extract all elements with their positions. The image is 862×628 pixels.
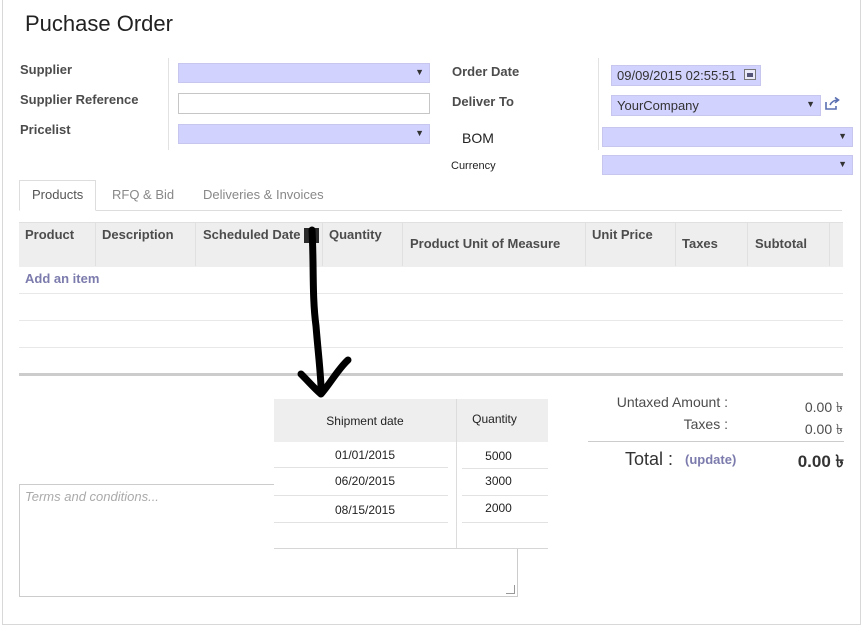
column-divider bbox=[195, 222, 196, 266]
pricelist-select[interactable]: ▼ bbox=[178, 124, 430, 144]
supplier-select[interactable]: ▼ bbox=[178, 63, 430, 83]
order-date-value: 09/09/2015 02:55:51 bbox=[617, 68, 737, 83]
resize-grip-icon[interactable] bbox=[506, 585, 515, 594]
col-taxes[interactable]: Taxes bbox=[682, 236, 718, 251]
col-subtotal[interactable]: Subtotal bbox=[755, 236, 807, 251]
supplier-reference-label: Supplier Reference bbox=[20, 92, 139, 107]
col-description[interactable]: Description bbox=[102, 227, 174, 242]
shipment-row-line bbox=[274, 522, 448, 523]
chevron-down-icon: ▼ bbox=[415, 67, 424, 77]
calendar-icon[interactable] bbox=[744, 69, 756, 80]
tabs-divider bbox=[19, 210, 842, 211]
add-item-link[interactable]: Add an item bbox=[25, 271, 99, 286]
column-divider bbox=[585, 222, 586, 266]
shipment-date-header: Shipment date bbox=[326, 414, 404, 428]
shipment-row-line bbox=[462, 522, 548, 523]
deliver-to-value: YourCompany bbox=[617, 98, 699, 113]
col-product-uom[interactable]: Product Unit of Measure bbox=[410, 236, 560, 251]
table-row bbox=[19, 293, 843, 294]
chevron-down-icon: ▼ bbox=[806, 99, 815, 109]
terms-placeholder: Terms and conditions... bbox=[25, 489, 159, 504]
tab-deliveries-invoices[interactable]: Deliveries & Invoices bbox=[203, 187, 324, 202]
shipment-date-cell: 06/20/2015 bbox=[334, 474, 396, 488]
shipment-date-cell: 08/15/2015 bbox=[334, 503, 396, 517]
pricelist-label: Pricelist bbox=[20, 122, 71, 137]
taxes-label: Taxes : bbox=[683, 416, 728, 432]
label-divider bbox=[168, 58, 169, 150]
shipment-row-line bbox=[462, 468, 548, 469]
deliver-to-select[interactable]: YourCompany ▼ bbox=[611, 95, 821, 116]
order-date-field[interactable]: 09/09/2015 02:55:51 bbox=[611, 65, 761, 86]
label-divider-right bbox=[598, 58, 599, 150]
deliver-to-label: Deliver To bbox=[452, 94, 514, 109]
table-row bbox=[19, 320, 843, 321]
order-date-label: Order Date bbox=[452, 64, 520, 79]
external-link-icon[interactable] bbox=[824, 96, 841, 114]
page-title: Puchase Order bbox=[25, 11, 173, 36]
down-arrow-icon bbox=[297, 226, 352, 398]
column-divider bbox=[675, 222, 676, 266]
chevron-down-icon: ▼ bbox=[415, 128, 424, 138]
currency-select[interactable]: ▼ bbox=[602, 155, 853, 175]
shipment-table-bottom bbox=[274, 548, 548, 549]
shipment-qty-cell: 3000 bbox=[485, 474, 512, 488]
shipment-qty-cell: 5000 bbox=[485, 449, 512, 463]
untaxed-amount-value: 0.00 ৳ bbox=[804, 399, 843, 415]
update-link[interactable]: (update) bbox=[685, 452, 736, 467]
shipment-date-cell: 01/01/2015 bbox=[334, 448, 396, 462]
supplier-label: Supplier bbox=[20, 62, 73, 77]
shipment-qty-cell: 2000 bbox=[485, 501, 512, 515]
supplier-reference-input[interactable] bbox=[178, 93, 430, 114]
column-divider bbox=[95, 222, 96, 266]
tab-products-label[interactable]: Products bbox=[32, 187, 83, 202]
column-divider bbox=[829, 222, 830, 266]
shipment-row-line bbox=[274, 495, 448, 496]
table-row bbox=[19, 347, 843, 348]
column-divider bbox=[402, 222, 403, 266]
shipment-quantity-header: Quantity bbox=[472, 412, 517, 426]
shipment-row-line bbox=[274, 467, 448, 468]
shipment-row-line bbox=[462, 495, 548, 496]
bom-label: BOM bbox=[462, 130, 494, 146]
chevron-down-icon: ▼ bbox=[838, 131, 847, 141]
bom-select[interactable]: ▼ bbox=[602, 127, 853, 147]
untaxed-amount-label: Untaxed Amount : bbox=[616, 394, 728, 410]
col-scheduled-date[interactable]: Scheduled Date bbox=[203, 227, 301, 242]
table-footer bbox=[19, 373, 843, 376]
total-label: Total : bbox=[625, 449, 674, 469]
taxes-value: 0.00 ৳ bbox=[804, 421, 843, 437]
currency-label: Currency bbox=[451, 160, 496, 172]
tab-rfq-bid[interactable]: RFQ & Bid bbox=[112, 187, 174, 202]
chevron-down-icon: ▼ bbox=[838, 159, 847, 169]
col-product[interactable]: Product bbox=[25, 227, 74, 242]
column-divider bbox=[747, 222, 748, 266]
col-unit-price[interactable]: Unit Price bbox=[592, 227, 653, 242]
total-value: 0.00 ৳ bbox=[797, 452, 844, 471]
total-divider bbox=[588, 441, 844, 442]
